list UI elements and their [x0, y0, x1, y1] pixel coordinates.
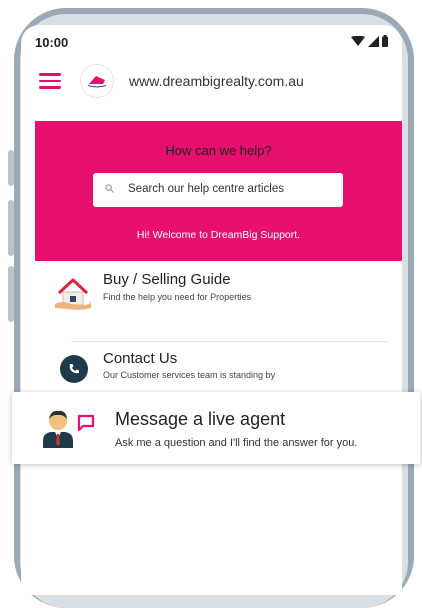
browser-bar: www.dreambigrealty.com.au [21, 59, 402, 103]
search-placeholder: Search our help centre articles [128, 183, 284, 195]
search-icon [105, 184, 114, 193]
status-icons [351, 35, 388, 47]
phone-side-button [8, 266, 14, 322]
phone-screen: 10:00 www.dreambigrealty.com.au How can … [21, 25, 402, 595]
wifi-icon [351, 35, 365, 46]
item-subtitle: Our Customer services team is standing b… [103, 370, 276, 380]
live-agent-subtitle: Ask me a question and I'll find the answ… [115, 437, 358, 449]
hamburger-menu-icon[interactable] [39, 73, 61, 89]
list-item-contact-us[interactable]: Contact Us Our Customer services team is… [49, 343, 389, 393]
chat-bubble-icon [77, 414, 95, 431]
status-bar: 10:00 [21, 25, 402, 53]
welcome-text: Hi! Welcome to DreamBig Support. [136, 229, 301, 241]
item-title: Contact Us [103, 350, 178, 367]
signal-icon [368, 35, 379, 47]
url-text[interactable]: www.dreambigrealty.com.au [129, 73, 304, 89]
search-input[interactable]: Search our help centre articles [93, 173, 343, 207]
item-subtitle: Find the help you need for Properties [103, 292, 252, 302]
divider [71, 341, 387, 342]
live-agent-title: Message a live agent [115, 409, 286, 429]
status-time: 10:00 [35, 35, 69, 50]
hero-title: How can we help? [165, 143, 272, 158]
house-hand-icon [55, 278, 91, 310]
agent-avatar-icon [43, 410, 73, 448]
help-hero-banner: How can we help? Search our help centre … [35, 121, 402, 261]
phone-icon [60, 355, 88, 383]
phone-side-button [8, 150, 14, 186]
live-agent-card[interactable]: Message a live agent Ask me a question a… [12, 392, 420, 464]
list-item-buy-selling-guide[interactable]: Buy / Selling Guide Find the help you ne… [49, 267, 389, 317]
roof-logo-icon [88, 76, 106, 88]
phone-side-button [8, 200, 14, 256]
item-title: Buy / Selling Guide [103, 271, 231, 288]
battery-icon [382, 35, 388, 47]
site-logo-icon[interactable] [81, 65, 113, 97]
